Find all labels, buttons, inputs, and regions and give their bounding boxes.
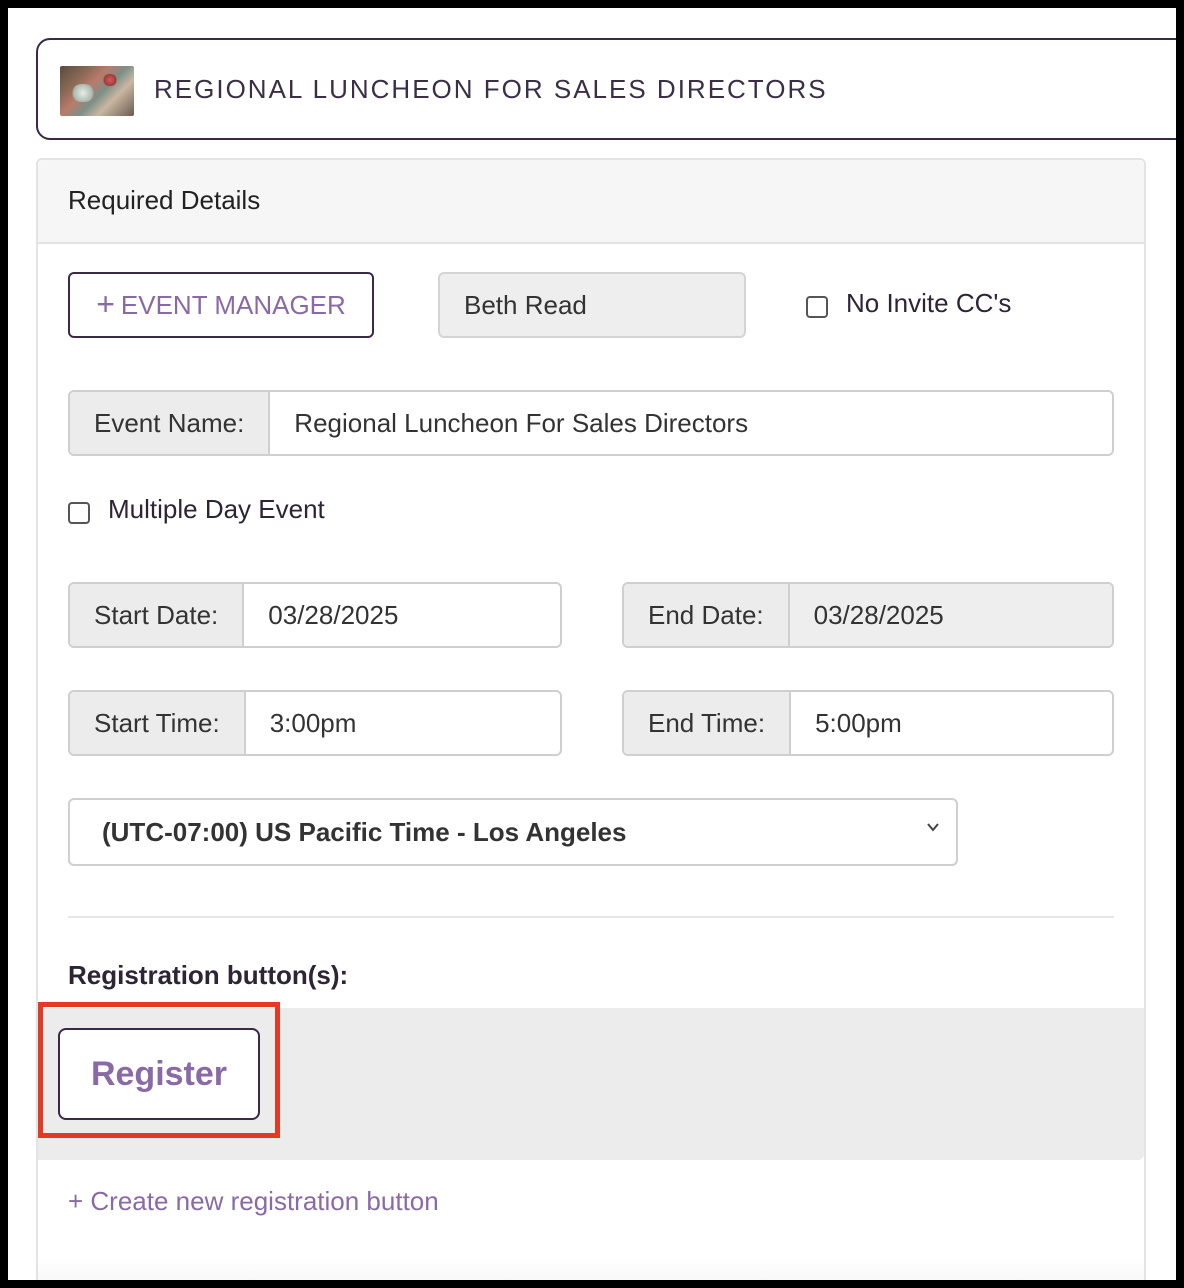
registration-buttons-label: Registration button(s): [68,960,349,990]
plus-icon: + [96,286,115,322]
create-registration-button-link[interactable]: + Create new registration button [68,1186,439,1217]
chevron-down-icon [927,823,939,832]
event-name-label: Event Name: [70,392,271,454]
event-header[interactable]: REGIONAL LUNCHEON FOR SALES DIRECTORS [36,38,1176,140]
end-time-label: End Time: [624,692,792,754]
event-manager-name: Beth Read [438,272,746,338]
start-date-input[interactable]: 03/28/2025 [244,584,560,646]
register-button[interactable]: Register [58,1028,260,1120]
required-details-panel: Required Details + EVENT MANAGER Beth Re… [36,158,1146,1280]
event-name-input[interactable]: Regional Luncheon For Sales Directors [270,392,1112,454]
timezone-select[interactable]: (UTC-07:00) US Pacific Time - Los Angele… [68,798,958,866]
multiple-day-label[interactable]: Multiple Day Event [108,494,325,525]
section-divider [68,916,1114,918]
start-date-label: Start Date: [70,584,245,646]
start-time-input[interactable]: 3:00pm [246,692,560,754]
no-invite-cc-label[interactable]: No Invite CC's [846,288,1011,319]
panel-title: Required Details [68,185,261,215]
end-date-input: 03/28/2025 [789,584,1112,646]
end-date-label: End Date: [624,584,790,646]
end-time-input[interactable]: 5:00pm [791,692,1112,754]
no-invite-cc-checkbox[interactable] [806,296,828,318]
start-time-group: Start Time: 3:00pm [68,690,562,756]
event-name-group: Event Name: Regional Luncheon For Sales … [68,390,1114,456]
panel-header: Required Details [38,160,1144,244]
timezone-selected-value: (UTC-07:00) US Pacific Time - Los Angele… [102,817,627,847]
registration-buttons-area: Register [38,1002,1144,1160]
add-event-manager-label: EVENT MANAGER [120,289,346,320]
event-thumbnail [60,66,134,116]
event-title: REGIONAL LUNCHEON FOR SALES DIRECTORS [154,74,828,104]
bottom-fade [38,1256,1144,1280]
end-date-group: End Date: 03/28/2025 [622,582,1114,648]
start-time-label: Start Time: [70,692,246,754]
start-date-group: Start Date: 03/28/2025 [68,582,562,648]
end-time-group: End Time: 5:00pm [622,690,1114,756]
page-frame: REGIONAL LUNCHEON FOR SALES DIRECTORS Re… [8,8,1176,1280]
add-event-manager-button[interactable]: + EVENT MANAGER [68,272,374,338]
multiple-day-checkbox[interactable] [68,502,90,524]
